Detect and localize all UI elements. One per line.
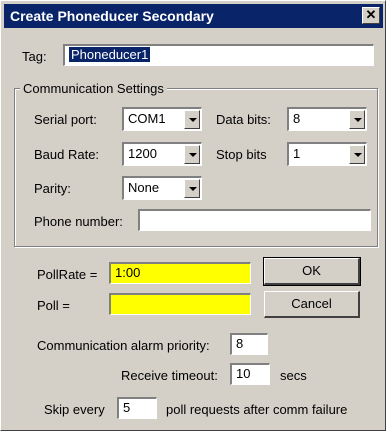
data-bits-select[interactable]: 8 — [287, 107, 367, 131]
skip-count-input[interactable]: 5 — [117, 397, 157, 419]
receive-timeout-input[interactable]: 10 — [230, 363, 270, 385]
ok-button[interactable]: OK — [263, 257, 361, 286]
skip-count-value: 5 — [123, 400, 131, 415]
skip-suffix-label: poll requests after comm failure — [166, 402, 348, 417]
poll-label: Poll = — [37, 298, 70, 313]
poll-rate-input[interactable]: 1:00 — [109, 262, 251, 284]
chevron-down-icon[interactable] — [184, 110, 200, 129]
cancel-button[interactable]: Cancel — [264, 291, 360, 318]
tag-label: Tag: — [22, 49, 47, 64]
tag-input[interactable]: Phoneducer1 — [63, 44, 374, 66]
alarm-priority-value: 8 — [236, 336, 244, 351]
window-title: Create Phoneducer Secondary — [10, 8, 214, 24]
tag-value: Phoneducer1 — [69, 47, 151, 62]
stop-bits-select[interactable]: 1 — [287, 142, 367, 166]
receive-timeout-label: Receive timeout: — [121, 368, 218, 383]
parity-label: Parity: — [34, 181, 71, 196]
chevron-down-icon[interactable] — [349, 145, 365, 164]
baud-rate-label: Baud Rate: — [34, 147, 100, 162]
close-icon: ✕ — [365, 7, 377, 22]
baud-rate-value: 1200 — [128, 146, 157, 161]
receive-timeout-value: 10 — [236, 366, 251, 381]
parity-value: None — [128, 180, 160, 195]
chevron-down-icon[interactable] — [184, 179, 200, 198]
title-bar[interactable]: Create Phoneducer Secondary ✕ — [4, 4, 383, 28]
chevron-down-icon[interactable] — [349, 110, 365, 129]
serial-port-select[interactable]: COM1 — [122, 107, 202, 131]
data-bits-label: Data bits: — [216, 112, 271, 127]
serial-port-label: Serial port: — [34, 112, 97, 127]
serial-port-value: COM1 — [128, 111, 166, 126]
stop-bits-label: Stop bits — [216, 147, 267, 162]
skip-prefix-label: Skip every — [44, 402, 105, 417]
close-button[interactable]: ✕ — [362, 7, 380, 24]
stop-bits-value: 1 — [293, 146, 301, 161]
communication-settings-title: Communication Settings — [20, 81, 167, 96]
phone-number-label: Phone number: — [34, 214, 123, 229]
phone-number-input[interactable] — [138, 209, 371, 231]
parity-select[interactable]: None — [122, 176, 202, 200]
receive-timeout-unit: secs — [280, 368, 307, 383]
poll-input[interactable] — [109, 293, 251, 315]
data-bits-value: 8 — [293, 111, 301, 126]
baud-rate-select[interactable]: 1200 — [122, 142, 202, 166]
poll-rate-value: 1:00 — [115, 265, 141, 280]
alarm-priority-label: Communication alarm priority: — [37, 338, 210, 353]
chevron-down-icon[interactable] — [184, 145, 200, 164]
poll-rate-label: PollRate = — [37, 267, 98, 282]
alarm-priority-input[interactable]: 8 — [230, 333, 268, 355]
create-phoneducer-dialog: Create Phoneducer Secondary ✕ Tag: Phone… — [0, 0, 386, 431]
